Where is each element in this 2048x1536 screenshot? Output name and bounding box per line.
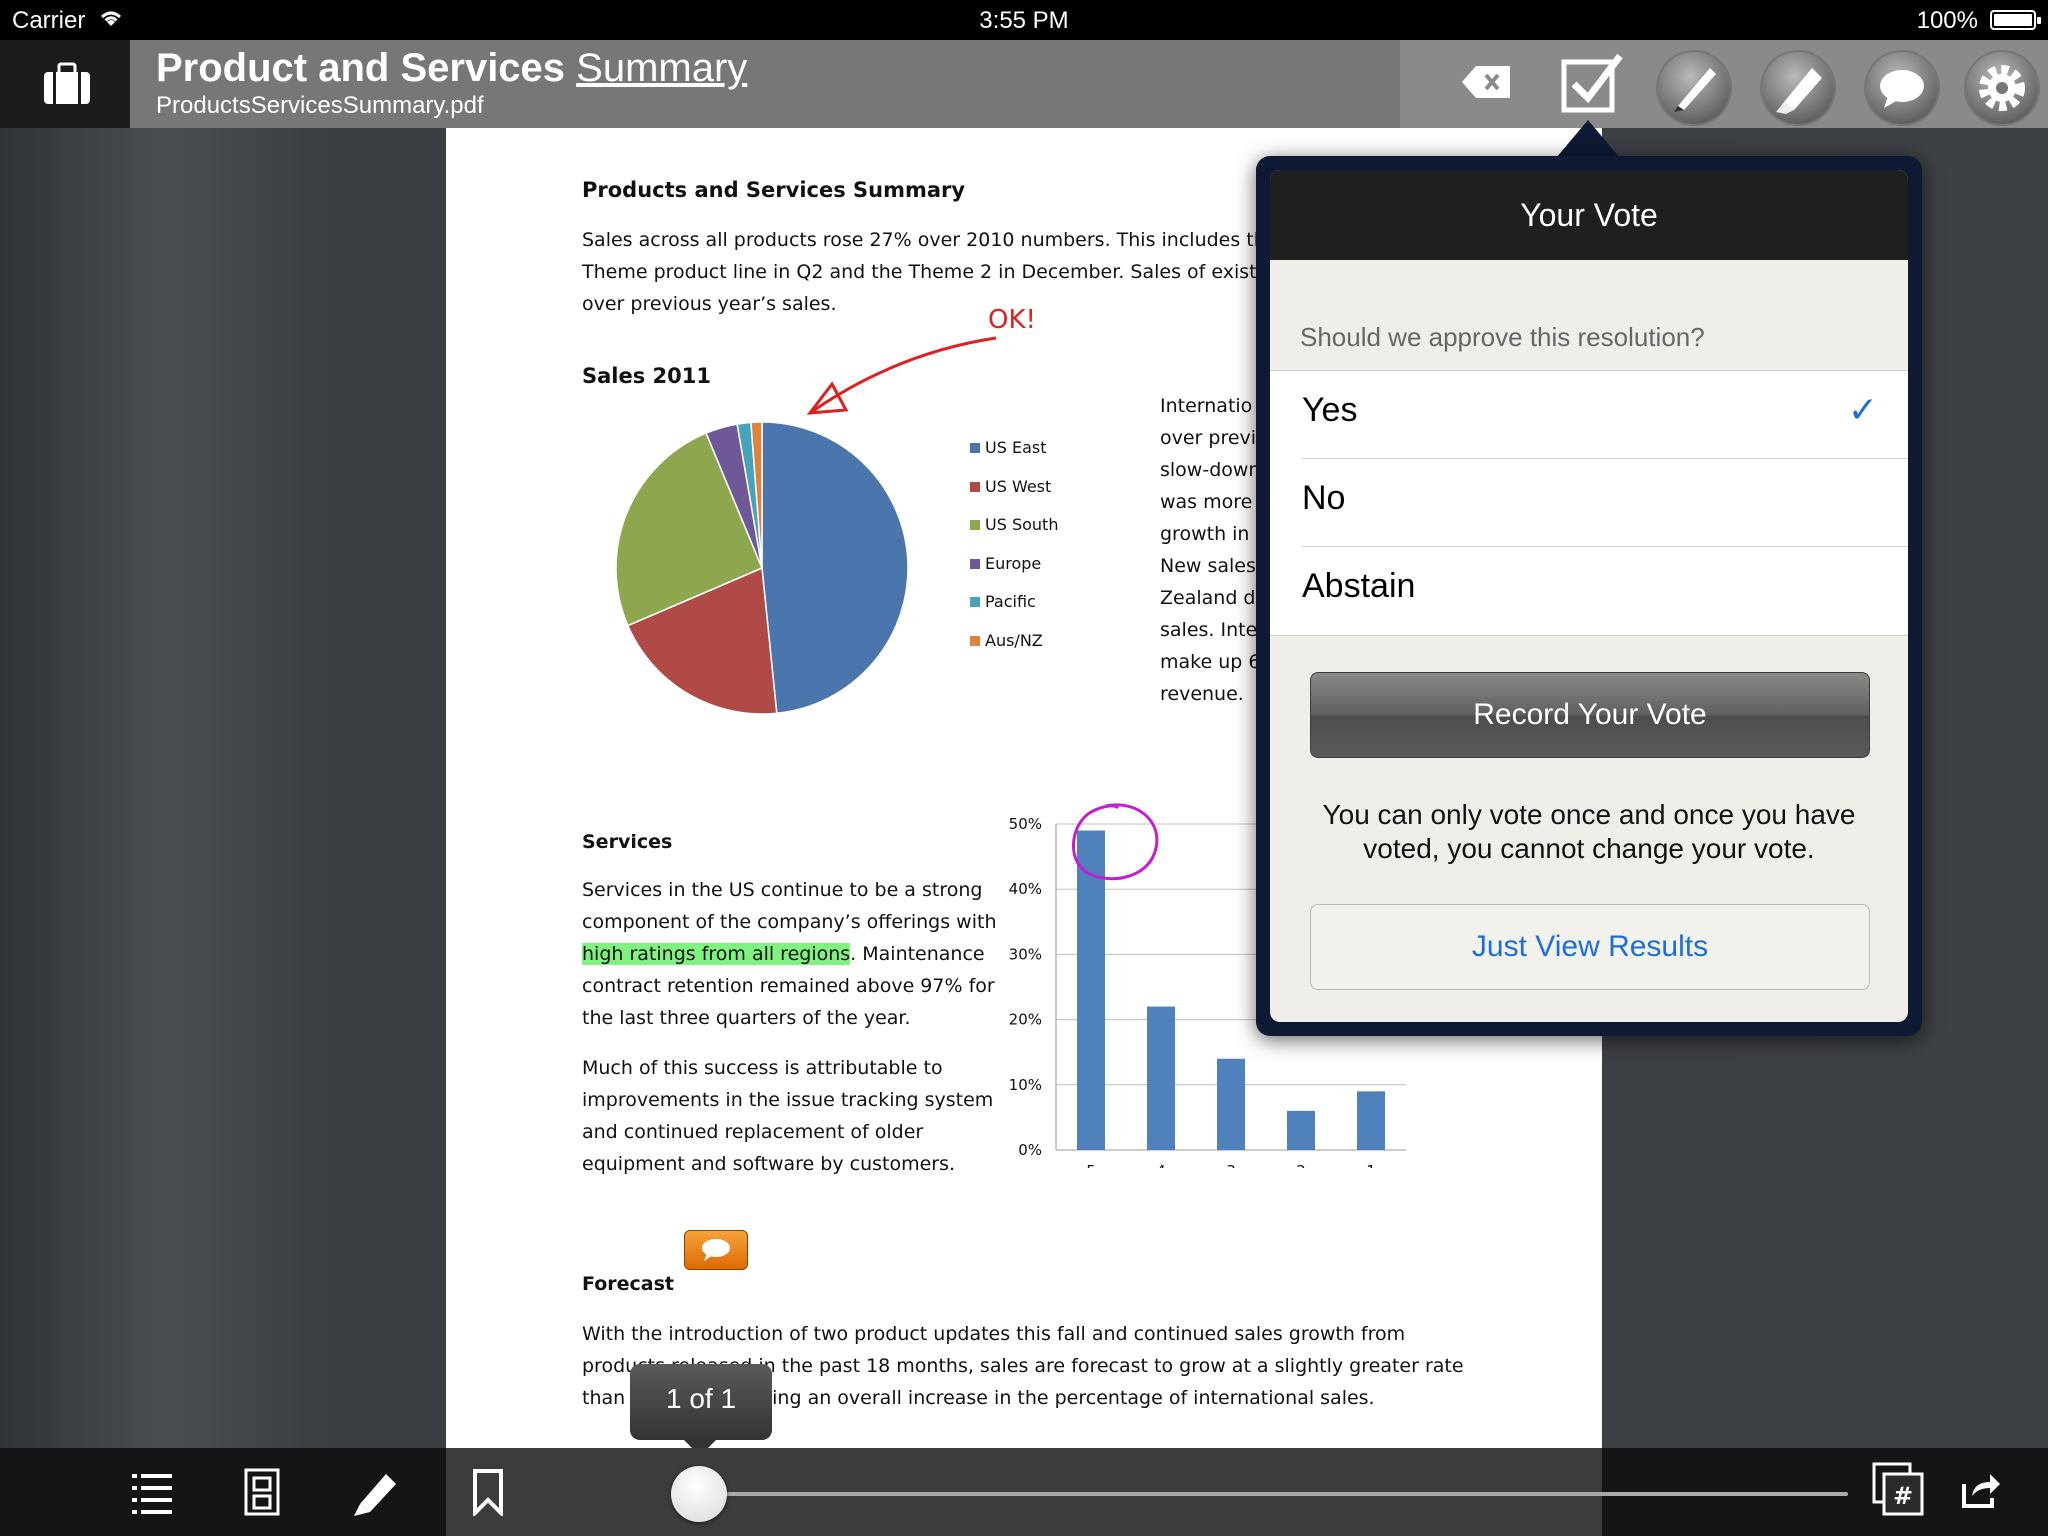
legend-item: US West (970, 477, 1051, 496)
vote-option-yes[interactable]: Yes ✓ (1270, 371, 1908, 459)
intro-line-1: Sales across all products rose 27% over … (582, 229, 1278, 251)
services-heading: Services (582, 831, 673, 853)
checkmark-icon: ✓ (1847, 389, 1878, 430)
pencil-icon[interactable] (350, 1468, 400, 1523)
bar-rating-3 (1217, 1058, 1245, 1150)
vote-checkbox-icon[interactable] (1560, 52, 1624, 121)
x-tick-label: 2 (1296, 1162, 1306, 1168)
view-results-button[interactable]: Just View Results (1310, 904, 1870, 990)
bookmark-icon[interactable] (472, 1468, 504, 1521)
x-tick-label: 1 (1366, 1162, 1376, 1168)
circle-annotation[interactable] (1066, 800, 1166, 896)
sales-title: Sales 2011 (582, 364, 711, 388)
page-indicator: 1 of 1 (630, 1364, 772, 1456)
share-icon[interactable] (1960, 1470, 2000, 1515)
y-tick-label: 10% (1009, 1076, 1042, 1094)
legend-swatch (970, 520, 980, 530)
legend-label: Pacific (985, 592, 1036, 611)
document-title: Product and Services Summary (156, 46, 748, 90)
legend-item: Pacific (970, 592, 1036, 611)
intro-line-3: over previous year’s sales. (582, 293, 837, 315)
x-tick-label: 3 (1226, 1162, 1236, 1168)
vote-popover: Your Vote Should we approve this resolut… (1256, 156, 1922, 1036)
top-toolbar: Product and Services Summary ProductsSer… (0, 40, 2048, 128)
legend-swatch (970, 443, 980, 453)
pen-icon[interactable] (1656, 50, 1732, 126)
vote-options: Yes ✓ No Abstain (1270, 370, 1908, 636)
comment-icon[interactable] (1864, 50, 1940, 126)
y-tick-label: 20% (1009, 1011, 1042, 1029)
highlighter-icon[interactable] (1760, 50, 1836, 126)
popover-title: Your Vote (1270, 170, 1908, 260)
legend-item: Europe (970, 554, 1041, 573)
popover-arrow (1556, 120, 1620, 158)
y-tick-label: 40% (1009, 880, 1042, 898)
page-thumbnail-icon[interactable] (244, 1468, 280, 1521)
status-bar: Carrier 3:55 PM 100% (0, 0, 2048, 40)
delete-icon[interactable] (1460, 64, 1512, 105)
legend-swatch (970, 481, 980, 492)
record-vote-button[interactable]: Record Your Vote (1310, 672, 1870, 758)
y-tick-label: 50% (1009, 815, 1042, 833)
legend-label: Aus/NZ (985, 630, 1043, 650)
vote-question: Should we approve this resolution? (1300, 322, 1705, 352)
legend-swatch (970, 635, 980, 646)
comment-note-icon[interactable] (684, 1230, 748, 1270)
sales-pie-chart (615, 421, 909, 715)
battery-icon (1990, 10, 2041, 30)
settings-icon[interactable] (1964, 50, 2040, 126)
legend-item: US South (970, 515, 1058, 534)
bottom-toolbar: # (0, 1448, 2048, 1536)
legend-swatch (970, 558, 980, 569)
y-tick-label: 30% (1009, 945, 1042, 963)
legend-item: Aus/NZ (970, 631, 1043, 650)
legend-label: US East (985, 438, 1047, 457)
bar-rating-2 (1287, 1110, 1315, 1150)
highlight-annotation[interactable]: high ratings from all regions (582, 943, 851, 965)
clock: 3:55 PM (979, 7, 1069, 34)
legend-label: Europe (985, 553, 1042, 573)
bar-rating-1 (1357, 1091, 1385, 1150)
briefcase-icon[interactable] (42, 62, 92, 106)
x-tick-label: 4 (1156, 1162, 1166, 1168)
intro-line-2: Theme product line in Q2 and the Theme 2… (582, 261, 1286, 283)
legend-label: US West (985, 476, 1052, 496)
page-slider-thumb[interactable] (671, 1466, 727, 1522)
pie-slice-us-east (761, 421, 909, 715)
document-filename: ProductsServicesSummary.pdf (156, 92, 484, 119)
forecast-heading: Forecast (582, 1273, 674, 1295)
battery-percent: 100% (1916, 7, 1978, 34)
legend-item: US East (970, 438, 1046, 457)
vote-option-abstain[interactable]: Abstain (1270, 547, 1908, 635)
list-icon[interactable] (132, 1472, 172, 1519)
vote-note: You can only vote once and once you have… (1322, 799, 1856, 864)
page-slider-track[interactable] (700, 1492, 1848, 1496)
vote-option-no[interactable]: No (1270, 459, 1908, 547)
x-tick-label: 5 (1086, 1162, 1096, 1168)
doc-heading: Products and Services Summary (582, 178, 966, 202)
legend-label: US South (985, 515, 1059, 534)
svg-text:#: # (1893, 1482, 1913, 1510)
bar-rating-4 (1147, 1006, 1175, 1150)
page-number-icon[interactable]: # (1872, 1462, 1926, 1521)
legend-swatch (970, 597, 980, 607)
y-tick-label: 0% (1018, 1141, 1042, 1159)
